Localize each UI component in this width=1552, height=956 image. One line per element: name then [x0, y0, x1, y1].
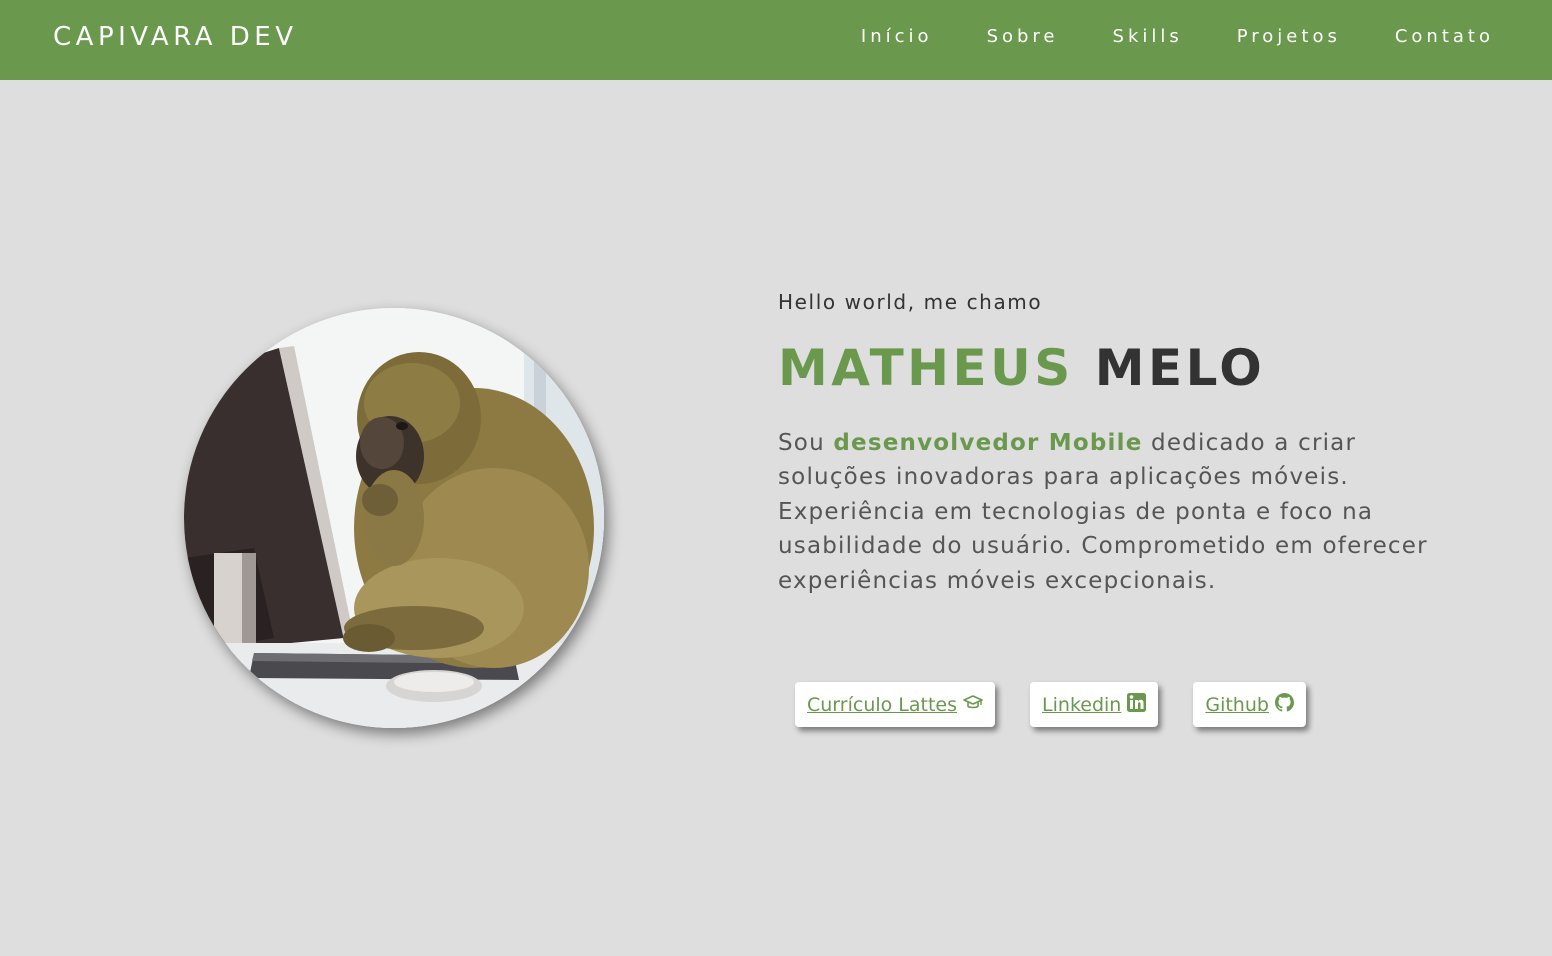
bio-highlight: desenvolvedor Mobile: [833, 429, 1143, 456]
bio-text: Sou desenvolvedor Mobile dedicado a cria…: [778, 426, 1438, 599]
first-name: MATHEUS: [778, 339, 1074, 397]
linkedin-button[interactable]: Linkedin: [1030, 682, 1159, 727]
last-name: MELO: [1094, 339, 1266, 397]
lattes-label: Currículo Lattes: [807, 693, 958, 716]
brand-logo[interactable]: CAPIVARA DEV: [53, 22, 298, 52]
lattes-button[interactable]: Currículo Lattes: [795, 682, 996, 727]
nav-link-inicio[interactable]: Início: [861, 26, 933, 47]
github-icon: [1274, 693, 1294, 712]
nav-link-projetos[interactable]: Projetos: [1237, 26, 1341, 47]
navbar: CAPIVARA DEV Início Sobre Skills Projeto…: [0, 0, 1552, 80]
linkedin-label: Linkedin: [1042, 693, 1122, 716]
github-label: Github: [1205, 693, 1269, 716]
greeting-text: Hello world, me chamo: [778, 290, 1043, 314]
nav-link-skills[interactable]: Skills: [1113, 26, 1183, 47]
baboon-at-computer-image: [184, 308, 604, 728]
nav-link-contato[interactable]: Contato: [1395, 26, 1494, 47]
social-buttons: Currículo Lattes Linkedin Github: [795, 682, 1341, 727]
name-heading: MATHEUS MELO: [778, 339, 1438, 398]
intro-section: Hello world, me chamo MATHEUS MELO Sou d…: [778, 290, 1438, 598]
bio-prefix: Sou: [778, 429, 834, 456]
github-button[interactable]: Github: [1193, 682, 1306, 727]
nav-links: Início Sobre Skills Projetos Contato: [807, 26, 1494, 47]
nav-link-sobre[interactable]: Sobre: [987, 26, 1059, 47]
graduation-cap-icon: [963, 694, 983, 711]
profile-avatar: [184, 308, 604, 728]
linkedin-icon: [1127, 693, 1147, 712]
